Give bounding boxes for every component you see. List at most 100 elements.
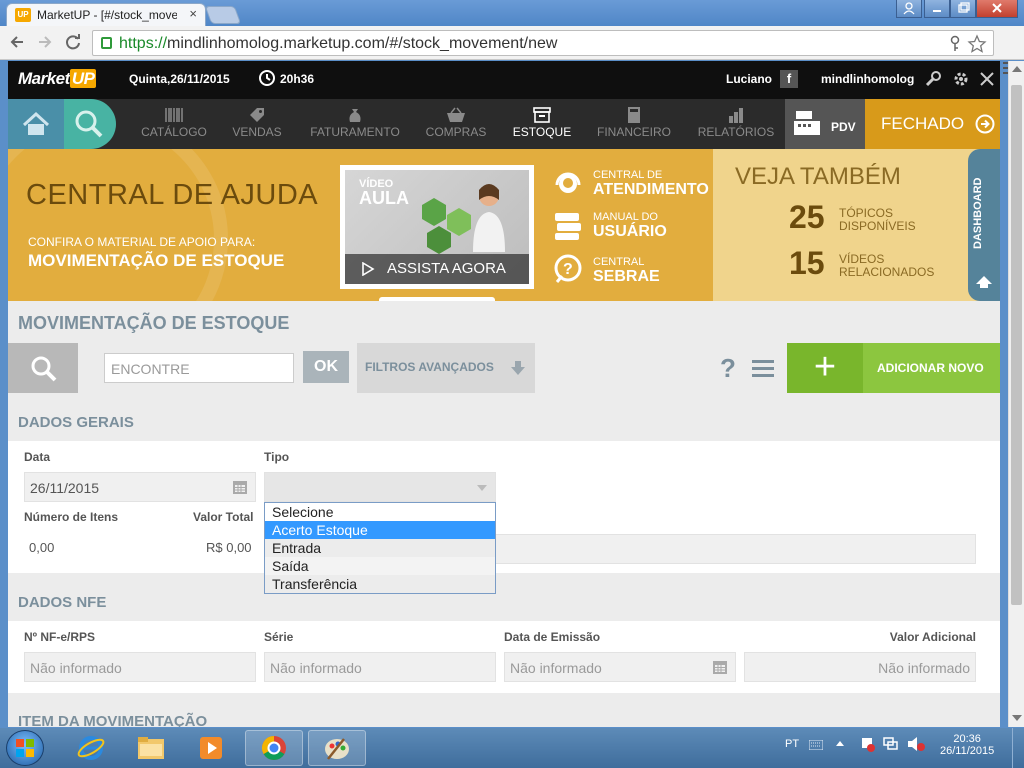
calendar-icon[interactable] [233, 481, 247, 494]
nav-catalogo[interactable]: CATÁLOGO [130, 99, 218, 149]
additional-value-field[interactable]: Não informado [744, 652, 976, 682]
app-top-bar: Market UP Quinta,26/11/2015 20h36 Luciano… [8, 61, 1000, 99]
support-sebrae[interactable]: ? CENTRAL SEBRAE [553, 254, 723, 290]
dashboard-tab[interactable]: DASHBOARD [968, 149, 1000, 301]
support-manual[interactable]: MANUAL DO USUÁRIO [553, 209, 723, 245]
forward-icon[interactable] [36, 33, 54, 51]
browser-tab[interactable]: UP MarketUP - [#/stock_move × [6, 3, 206, 26]
type-option-saida[interactable]: Saída [265, 557, 495, 575]
internet-explorer-icon[interactable] [62, 730, 120, 766]
file-explorer-icon[interactable] [122, 730, 180, 766]
logout-close-icon[interactable] [979, 70, 995, 88]
nav-faturamento[interactable]: FATURAMENTO [304, 99, 406, 149]
restore-icon[interactable] [950, 0, 976, 18]
key-icon[interactable] [947, 35, 963, 53]
search-input[interactable]: ENCONTRE [104, 353, 294, 383]
scroll-down-icon[interactable] [1012, 715, 1022, 721]
emission-date-field[interactable]: Não informado [504, 652, 736, 682]
wrench-icon[interactable] [924, 70, 942, 88]
type-option-selecione[interactable]: Selecione [265, 503, 495, 521]
page-scrollbar[interactable] [1008, 61, 1024, 727]
facebook-icon[interactable]: f [780, 70, 798, 88]
banner-collapse-handle[interactable] [379, 297, 495, 301]
observation-field[interactable] [488, 534, 976, 564]
total-value: R$ 0,00 [206, 540, 252, 555]
nfe-data-card: Nº NF-e/RPS Não informado Série Não info… [8, 621, 1000, 693]
watch-now-button[interactable]: ASSISTA AGORA [345, 254, 529, 284]
see-also-panel: VEJA TAMBÉM 25 TÓPICOS DISPONÍVEIS 15 VÍ… [713, 149, 1000, 301]
type-option-transferencia[interactable]: Transferência [265, 575, 495, 593]
browser-title-bar: UP MarketUP - [#/stock_move × [0, 0, 1024, 26]
paint-icon[interactable] [308, 730, 366, 766]
bar-chart-icon [692, 99, 780, 125]
emission-date-label: Data de Emissão [504, 630, 601, 644]
videos-link[interactable]: 15 VÍDEOS RELACIONADOS [789, 245, 949, 285]
register-status-button[interactable]: FECHADO [865, 99, 1000, 149]
scroll-up-icon[interactable] [1012, 66, 1022, 72]
back-icon[interactable] [8, 33, 26, 51]
home-button[interactable] [8, 99, 64, 149]
tag-icon [222, 99, 292, 125]
type-option-acerto-estoque[interactable]: Acerto Estoque [265, 521, 495, 539]
close-tab-icon[interactable]: × [189, 6, 197, 21]
close-window-icon[interactable] [976, 0, 1018, 18]
topics-link[interactable]: 25 TÓPICOS DISPONÍVEIS [789, 199, 949, 239]
date-field[interactable]: 26/11/2015 [24, 472, 256, 502]
nfe-series-field[interactable]: Não informado [264, 652, 496, 682]
nav-financeiro[interactable]: FINANCEIRO [592, 99, 676, 149]
type-select[interactable] [264, 472, 496, 502]
support-atendimento[interactable]: CENTRAL DE ATENDIMENTO [553, 167, 723, 203]
video-lesson-card[interactable]: VÍDEO AULA ASSISTA AGORA [340, 165, 534, 289]
nav-vendas-label: VENDAS [232, 125, 282, 139]
barcode-icon [130, 99, 218, 125]
type-option-entrada[interactable]: Entrada [265, 539, 495, 557]
nav-catalogo-label: CATÁLOGO [141, 125, 207, 139]
network-icon[interactable] [883, 736, 899, 752]
help-title: CENTRAL DE AJUDA [26, 179, 319, 211]
account-name[interactable]: mindlinhomolog [821, 72, 914, 86]
language-indicator[interactable]: PT [785, 738, 799, 750]
new-tab-button[interactable] [204, 6, 242, 24]
marketup-logo[interactable]: Market UP [18, 69, 97, 89]
media-player-icon[interactable] [182, 730, 240, 766]
items-count-value: 0,00 [29, 540, 55, 555]
user-icon[interactable] [896, 0, 922, 18]
add-new-button[interactable]: + ADICIONAR NOVO [787, 343, 1000, 393]
support-atendimento-line1: CENTRAL DE [593, 169, 663, 181]
keyboard-icon[interactable] [809, 740, 823, 750]
nav-compras[interactable]: COMPRAS [418, 99, 494, 149]
tab-title: MarketUP - [#/stock_move [37, 8, 177, 22]
nav-vendas[interactable]: VENDAS [222, 99, 292, 149]
action-center-icon[interactable] [859, 736, 875, 752]
bookmark-star-icon[interactable] [967, 34, 987, 54]
current-date: Quinta,26/11/2015 [129, 72, 230, 86]
start-button[interactable] [6, 730, 44, 766]
nav-faturamento-label: FATURAMENTO [310, 125, 400, 139]
advanced-filters-button[interactable]: FILTROS AVANÇADOS [357, 343, 535, 393]
show-desktop-button[interactable] [1012, 728, 1024, 768]
pdv-button[interactable]: PDV [785, 99, 865, 149]
system-clock[interactable]: 20:36 26/11/2015 [940, 733, 994, 757]
nav-relatorios-label: RELATÓRIOS [697, 125, 775, 139]
items-count-label: Número de Itens [24, 510, 119, 524]
nav-financeiro-label: FINANCEIRO [596, 125, 671, 139]
minimize-icon[interactable] [924, 0, 950, 18]
scrollbar-thumb[interactable] [1011, 85, 1022, 605]
user-name[interactable]: Luciano [726, 72, 772, 86]
settings-gear-icon[interactable] [952, 70, 970, 88]
nav-relatorios[interactable]: RELATÓRIOS [692, 99, 780, 149]
tray-arrow-icon[interactable] [835, 739, 845, 749]
current-time: 20h36 [280, 72, 315, 86]
search-ok-button[interactable]: OK [303, 351, 349, 383]
search-button[interactable] [8, 343, 78, 393]
chrome-taskbar-icon[interactable] [245, 730, 303, 766]
calendar-icon[interactable] [713, 661, 727, 674]
reload-icon[interactable] [64, 33, 82, 51]
volume-muted-icon[interactable] [907, 736, 925, 752]
nav-estoque[interactable]: ESTOQUE [504, 99, 580, 149]
nfe-number-field[interactable]: Não informado [24, 652, 256, 682]
nav-search-button[interactable] [64, 99, 116, 149]
list-menu-icon[interactable] [752, 359, 774, 377]
help-question-icon[interactable]: ? [720, 353, 736, 384]
url-bar[interactable]: https://mindlinhomolog.marketup.com/#/st… [92, 30, 994, 56]
